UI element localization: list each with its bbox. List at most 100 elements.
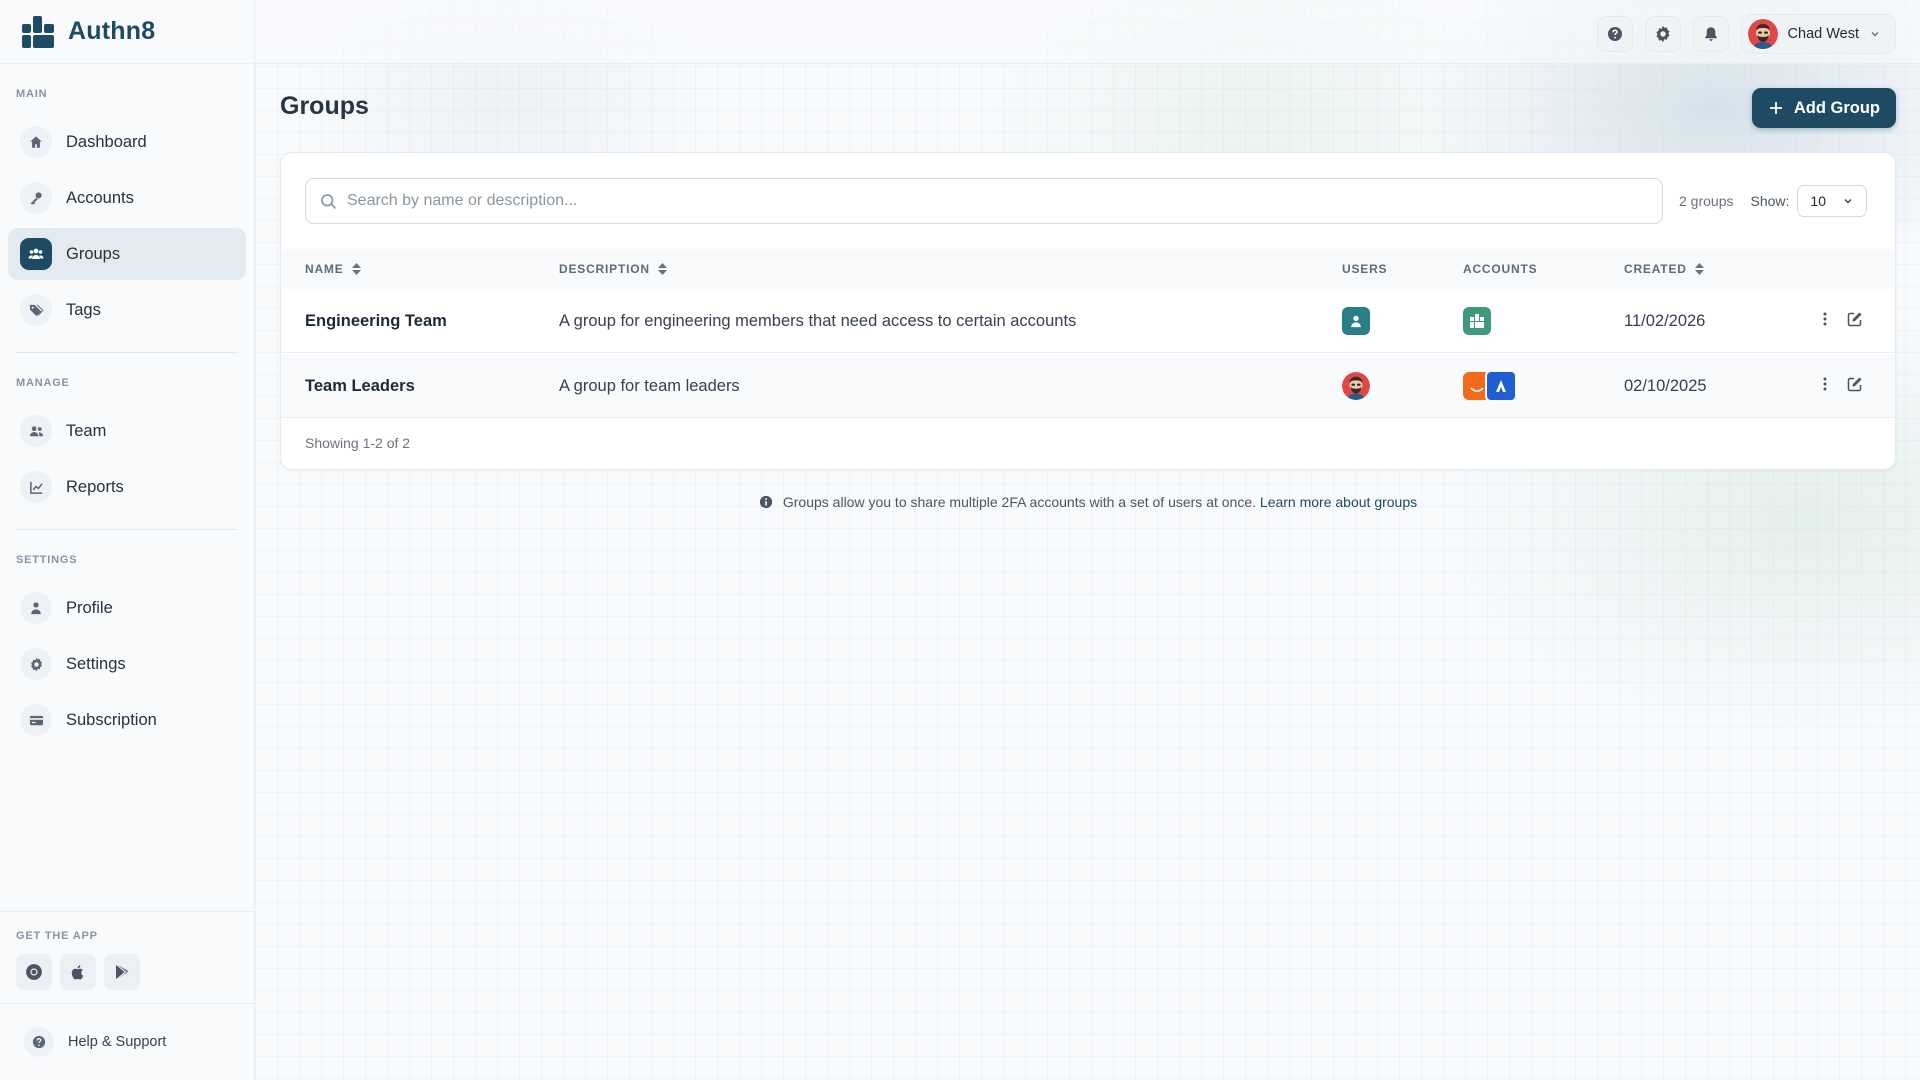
group-name: Team Leaders [305,376,415,395]
help-support-link[interactable]: Help & Support [0,1003,254,1080]
add-group-button[interactable]: Add Group [1751,88,1896,128]
account-logo-icon [1485,370,1517,402]
gear-icon [1656,25,1670,43]
table-row[interactable]: Engineering Team A group for engineering… [281,289,1895,353]
section-title-main: MAIN [16,88,48,100]
help-icon [1607,27,1622,41]
team-icon [20,415,52,447]
user-avatar-icon [1342,307,1370,335]
sidebar-item-label: Accounts [66,188,134,207]
sidebar-item-label: Settings [66,654,126,673]
sidebar-item-subscription[interactable]: Subscription [8,694,246,746]
gear-icon [20,648,52,680]
sidebar-item-label: Dashboard [66,132,147,151]
column-header-users: USERS [1342,249,1387,289]
more-options-icon[interactable] [1823,376,1827,397]
sort-icon [657,263,667,275]
avatar [1747,19,1778,49]
tags-icon [20,294,52,326]
chrome-icon[interactable] [16,954,52,990]
page-size-value: 10 [1810,193,1826,209]
sidebar-item-label: Groups [66,244,121,263]
sidebar-item-profile[interactable]: Profile [8,582,246,634]
column-label: USERS [1342,262,1388,276]
user-avatar-icon [1342,372,1370,400]
sort-icon [1694,263,1704,275]
app-root: Authn8 MAIN Dashboard Accounts Groups Ta… [0,0,1920,1080]
column-header-accounts: ACCOUNTS [1463,249,1537,289]
help-icon [24,1027,54,1057]
groups-card: 2 groups Show: 10 NAME DESCRIPTION USERS [280,152,1896,470]
edit-icon[interactable] [1847,376,1863,397]
bell-icon [1704,27,1717,41]
search-icon [321,193,337,209]
column-header-description[interactable]: DESCRIPTION [559,249,667,289]
info-note: Groups allow you to share multiple 2FA a… [280,494,1896,510]
brand-logo-icon [22,15,54,48]
divider [16,352,238,353]
credit-card-icon [20,704,52,736]
divider [16,529,238,530]
column-label: CREATED [1624,262,1687,276]
sidebar-item-settings[interactable]: Settings [8,638,246,690]
column-header-created[interactable]: CREATED [1624,249,1704,289]
user-menu[interactable]: Chad West [1740,14,1896,54]
google-play-icon[interactable] [104,954,140,990]
sidebar-item-label: Tags [66,300,101,319]
help-support-label: Help & Support [68,1034,167,1050]
group-description: A group for team leaders [559,376,740,395]
info-icon [759,495,772,509]
section-title-get-app: GET THE APP [16,930,98,942]
users-group-icon [20,238,52,270]
topbar: Chad West [255,0,1920,64]
pagination-summary: Showing 1-2 of 2 [305,435,411,451]
sidebar-item-label: Team [66,421,107,440]
group-name: Engineering Team [305,311,447,330]
column-label: ACCOUNTS [1463,262,1538,276]
brand[interactable]: Authn8 [0,0,254,64]
sidebar-item-groups[interactable]: Groups [8,228,246,280]
settings-button[interactable] [1644,16,1681,52]
add-group-label: Add Group [1793,98,1880,117]
sidebar-item-team[interactable]: Team [8,405,246,457]
sidebar-item-label: Subscription [66,710,157,729]
table-row[interactable]: Team Leaders A group for team leaders 02… [281,354,1895,418]
learn-more-link[interactable]: Learn more about groups [1260,494,1417,510]
user-icon [20,592,52,624]
created-date: 11/02/2026 [1624,311,1706,330]
column-header-name[interactable]: NAME [305,249,361,289]
chevron-down-icon [1844,199,1852,204]
show-label: Show: [1750,193,1790,209]
column-label: NAME [305,262,344,276]
search-field[interactable] [305,178,1663,224]
brand-name: Authn8 [68,17,156,45]
account-logo-icon [1463,307,1491,335]
group-count: 2 groups [1679,193,1734,209]
sort-icon [351,263,361,275]
search-input[interactable] [347,192,1647,210]
apple-icon[interactable] [60,954,96,990]
sidebar-item-tags[interactable]: Tags [8,284,246,336]
chart-line-icon [20,471,52,503]
group-description: A group for engineering members that nee… [559,311,1077,330]
user-name: Chad West [1787,26,1859,42]
help-button[interactable] [1596,16,1633,52]
sidebar-item-label: Reports [66,477,124,496]
sidebar-item-dashboard[interactable]: Dashboard [8,116,246,168]
sidebar: Authn8 MAIN Dashboard Accounts Groups Ta… [0,0,255,1080]
sidebar-item-accounts[interactable]: Accounts [8,172,246,224]
key-icon [20,182,52,214]
sidebar-item-label: Profile [66,598,113,617]
more-options-icon[interactable] [1823,311,1827,332]
main-content: Chad West Groups Add Group 2 groups Show… [255,0,1920,1080]
page-size-select[interactable]: 10 [1797,185,1868,217]
section-title-manage: MANAGE [16,377,70,389]
info-text: Groups allow you to share multiple 2FA a… [782,494,1257,510]
created-date: 02/10/2025 [1624,376,1707,395]
get-the-app: GET THE APP [0,911,254,1003]
notifications-button[interactable] [1692,16,1729,52]
plus-icon [1769,102,1782,114]
sidebar-item-reports[interactable]: Reports [8,461,246,513]
section-title-settings: SETTINGS [16,554,78,566]
edit-icon[interactable] [1847,311,1863,332]
